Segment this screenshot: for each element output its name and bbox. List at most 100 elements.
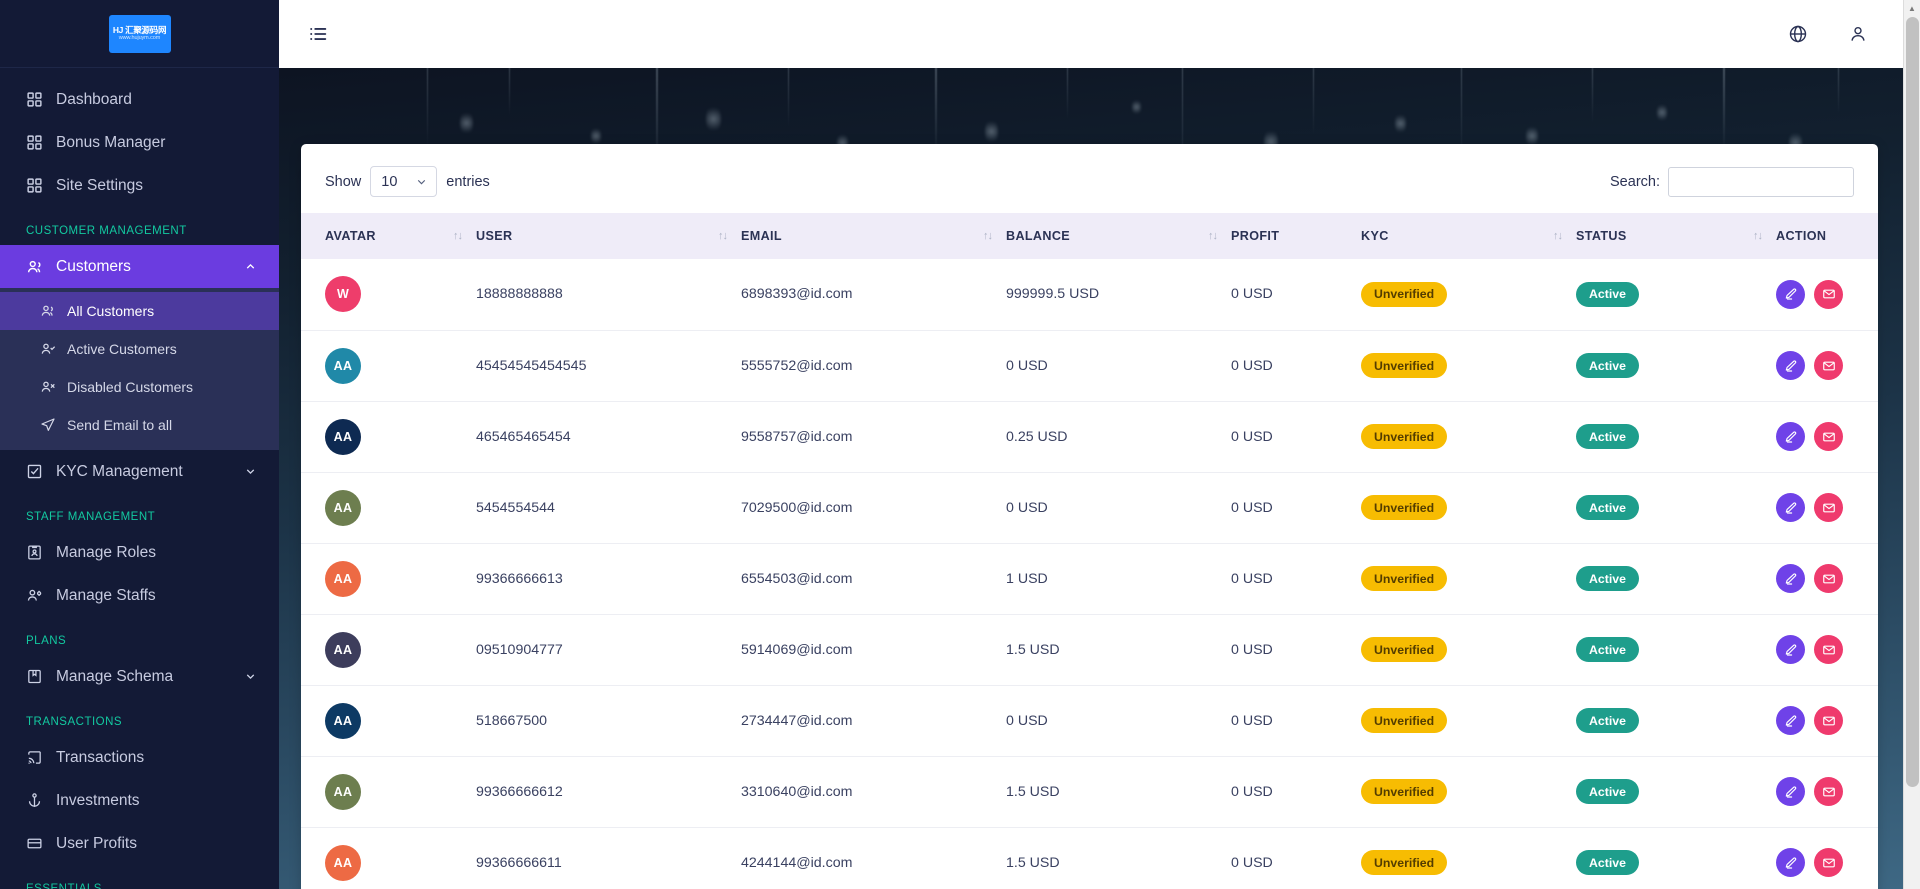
col-header-action: ACTION: [1776, 213, 1878, 259]
row-actions: [1776, 564, 1878, 593]
grid-icon: [26, 91, 56, 108]
avatar-initials: AA: [334, 430, 353, 444]
scrollbar-thumb[interactable]: [1906, 17, 1919, 787]
browser-scrollbar[interactable]: ▲: [1903, 0, 1920, 889]
cell-user: 99366666612: [476, 756, 741, 827]
sidebar-item-user-profits-label: User Profits: [56, 835, 257, 853]
table-row: AA5186675002734447@id.com0 USD0 USDUnver…: [301, 685, 1878, 756]
cell-balance: 1.5 USD: [1006, 614, 1231, 685]
sidebar-item-bonus-manager[interactable]: Bonus Manager: [0, 121, 279, 164]
account-status-badge: Active: [1576, 566, 1639, 591]
row-actions: [1776, 848, 1878, 877]
sidebar-item-manage-staffs-label: Manage Staffs: [56, 587, 257, 605]
avatar-initials: AA: [334, 572, 353, 586]
cell-status: Active: [1576, 614, 1776, 685]
user-icon[interactable]: [1848, 24, 1868, 44]
edit-pencil-icon[interactable]: [1776, 848, 1805, 877]
cell-profit: 0 USD: [1231, 685, 1361, 756]
col-header-email[interactable]: EMAIL↑↓: [741, 213, 1006, 259]
credit-card-icon: [26, 835, 56, 852]
cell-kyc: Unverified: [1361, 259, 1576, 330]
sidebar-item-customers-label: Customers: [56, 258, 243, 276]
cell-status: Active: [1576, 756, 1776, 827]
table-search-control: Search:: [1610, 167, 1854, 197]
cell-status: Active: [1576, 259, 1776, 330]
sidebar-item-all-customers[interactable]: All Customers: [0, 292, 279, 330]
edit-pencil-icon[interactable]: [1776, 564, 1805, 593]
sidebar-item-send-email-to-all[interactable]: Send Email to all: [0, 406, 279, 444]
page-length-select[interactable]: 10 25 50 100: [370, 166, 437, 197]
sidebar-item-user-profits[interactable]: User Profits: [0, 822, 279, 865]
envelope-icon[interactable]: [1814, 848, 1843, 877]
sidebar-item-active-customers-label: Active Customers: [67, 341, 177, 357]
cell-kyc: Unverified: [1361, 756, 1576, 827]
envelope-icon[interactable]: [1814, 351, 1843, 380]
sidebar-item-site-settings[interactable]: Site Settings: [0, 164, 279, 207]
cell-avatar: AA: [301, 543, 476, 614]
account-status-badge: Active: [1576, 637, 1639, 662]
avatar: AA: [325, 845, 361, 881]
envelope-icon[interactable]: [1814, 777, 1843, 806]
col-header-kyc[interactable]: KYC↑↓: [1361, 213, 1576, 259]
col-header-balance[interactable]: BALANCE↑↓: [1006, 213, 1231, 259]
avatar-initials: AA: [334, 785, 353, 799]
edit-pencil-icon[interactable]: [1776, 777, 1805, 806]
avatar: W: [325, 276, 361, 312]
envelope-icon[interactable]: [1814, 422, 1843, 451]
avatar-initials: W: [337, 287, 349, 301]
envelope-icon[interactable]: [1814, 635, 1843, 664]
table-head: AVATAR↑↓ USER↑↓ EMAIL↑↓ BALANCE↑↓ PROFIT…: [301, 213, 1878, 259]
envelope-icon[interactable]: [1814, 564, 1843, 593]
edit-pencil-icon[interactable]: [1776, 351, 1805, 380]
envelope-icon[interactable]: [1814, 493, 1843, 522]
col-header-user[interactable]: USER↑↓: [476, 213, 741, 259]
sidebar-item-manage-roles[interactable]: Manage Roles: [0, 531, 279, 574]
col-header-action-label: ACTION: [1776, 229, 1878, 243]
col-header-profit[interactable]: PROFIT: [1231, 213, 1361, 259]
edit-pencil-icon[interactable]: [1776, 706, 1805, 735]
edit-pencil-icon[interactable]: [1776, 422, 1805, 451]
list-menu-icon[interactable]: [307, 23, 329, 45]
col-header-avatar[interactable]: AVATAR↑↓: [301, 213, 476, 259]
edit-pencil-icon[interactable]: [1776, 493, 1805, 522]
sort-icon: ↑↓: [453, 230, 462, 242]
search-input[interactable]: [1668, 167, 1854, 197]
cell-user: 5454554544: [476, 472, 741, 543]
kyc-status-badge: Unverified: [1361, 424, 1447, 449]
sidebar-item-transactions[interactable]: Transactions: [0, 736, 279, 779]
col-header-avatar-label: AVATAR: [325, 229, 453, 243]
cell-profit: 0 USD: [1231, 330, 1361, 401]
cell-action: [1776, 827, 1878, 889]
envelope-icon[interactable]: [1814, 706, 1843, 735]
edit-pencil-icon[interactable]: [1776, 635, 1805, 664]
sidebar-item-investments[interactable]: Investments: [0, 779, 279, 822]
cell-kyc: Unverified: [1361, 685, 1576, 756]
scrollbar-up-arrow[interactable]: ▲: [1904, 0, 1920, 17]
sidebar-item-customers[interactable]: Customers: [0, 245, 279, 288]
sidebar-item-dashboard[interactable]: Dashboard: [0, 78, 279, 121]
account-status-badge: Active: [1576, 708, 1639, 733]
kyc-status-badge: Unverified: [1361, 637, 1447, 662]
cell-avatar: AA: [301, 401, 476, 472]
globe-icon[interactable]: [1788, 24, 1808, 44]
sidebar-item-transactions-label: Transactions: [56, 749, 257, 767]
sidebar-logo[interactable]: HJ 汇聚源码网 www.hujuym.com: [0, 0, 279, 68]
sidebar-item-manage-schema[interactable]: Manage Schema: [0, 655, 279, 698]
sidebar-item-all-customers-label: All Customers: [67, 303, 154, 319]
cell-email: 7029500@id.com: [741, 472, 1006, 543]
kyc-status-badge: Unverified: [1361, 850, 1447, 875]
col-header-kyc-label: KYC: [1361, 229, 1553, 243]
row-actions: [1776, 422, 1878, 451]
sidebar-item-disabled-customers[interactable]: Disabled Customers: [0, 368, 279, 406]
edit-pencil-icon[interactable]: [1776, 280, 1805, 309]
cell-user: 09510904777: [476, 614, 741, 685]
sidebar-item-kyc-management[interactable]: KYC Management: [0, 450, 279, 493]
envelope-icon[interactable]: [1814, 280, 1843, 309]
sidebar-item-manage-staffs[interactable]: Manage Staffs: [0, 574, 279, 617]
cell-kyc: Unverified: [1361, 614, 1576, 685]
account-status-badge: Active: [1576, 424, 1639, 449]
col-header-status[interactable]: STATUS↑↓: [1576, 213, 1776, 259]
cell-user: 518667500: [476, 685, 741, 756]
cell-kyc: Unverified: [1361, 827, 1576, 889]
sidebar-item-active-customers[interactable]: Active Customers: [0, 330, 279, 368]
